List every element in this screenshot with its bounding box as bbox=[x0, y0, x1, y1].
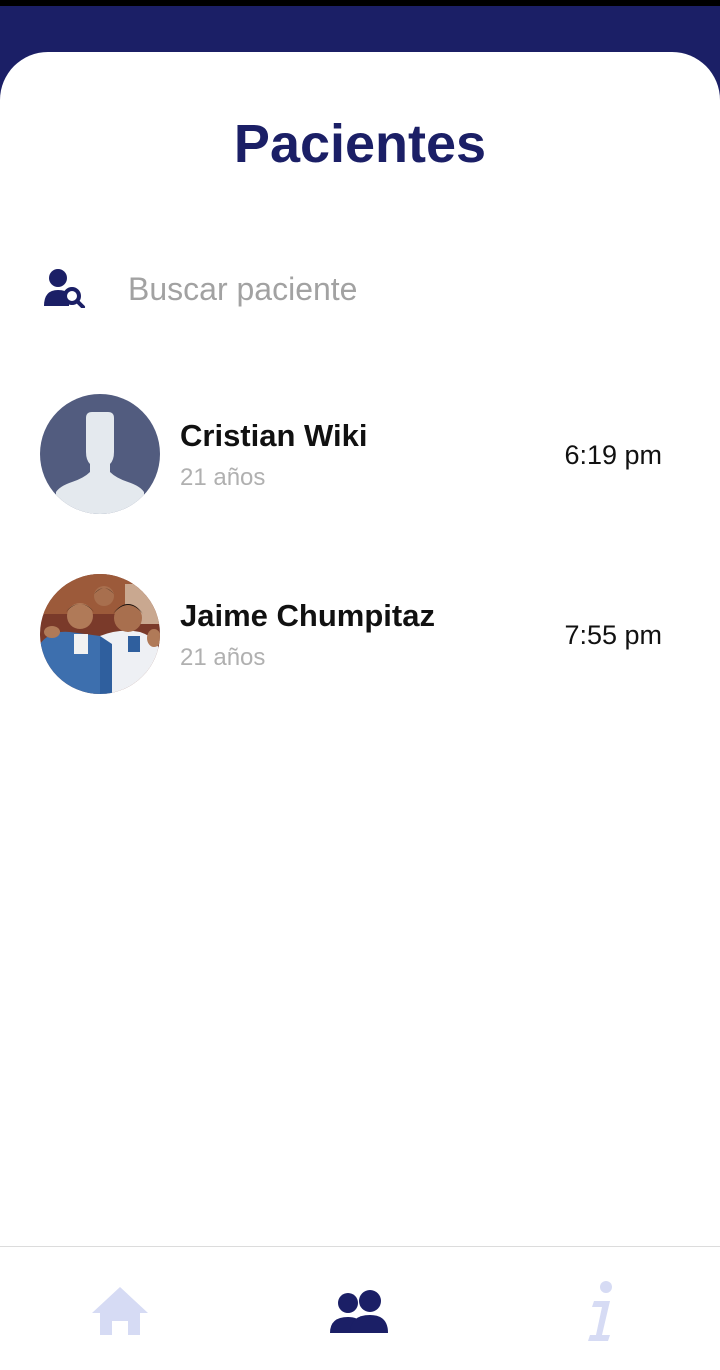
search-input[interactable] bbox=[128, 264, 668, 314]
main-sheet: Pacientes Cristian Wiki 21 años 6:19 pm bbox=[0, 52, 720, 1369]
home-icon bbox=[92, 1287, 148, 1335]
patient-time: 6:19 pm bbox=[564, 440, 662, 470]
page-title: Pacientes bbox=[233, 114, 487, 174]
patient-age: 21 años bbox=[180, 644, 266, 671]
user-search-icon bbox=[44, 269, 85, 308]
patient-age: 21 años bbox=[180, 464, 266, 491]
patient-time: 7:55 pm bbox=[564, 620, 662, 650]
nav-info-button[interactable] bbox=[560, 1277, 640, 1347]
patient-item[interactable]: Jaime Chumpitaz 21 años 7:55 pm bbox=[40, 574, 680, 694]
status-bar bbox=[0, 0, 720, 6]
patient-name: Cristian Wiki bbox=[180, 418, 368, 453]
photo-avatar bbox=[40, 574, 160, 694]
nav-home-button[interactable] bbox=[80, 1277, 160, 1347]
nav-patients-button[interactable] bbox=[318, 1277, 398, 1347]
users-icon bbox=[330, 1290, 388, 1333]
patient-name: Jaime Chumpitaz bbox=[180, 598, 435, 633]
info-icon bbox=[588, 1281, 612, 1341]
bottom-nav bbox=[0, 1246, 720, 1370]
patient-item[interactable]: Cristian Wiki 21 años 6:19 pm bbox=[40, 394, 680, 514]
default-avatar bbox=[40, 394, 160, 514]
